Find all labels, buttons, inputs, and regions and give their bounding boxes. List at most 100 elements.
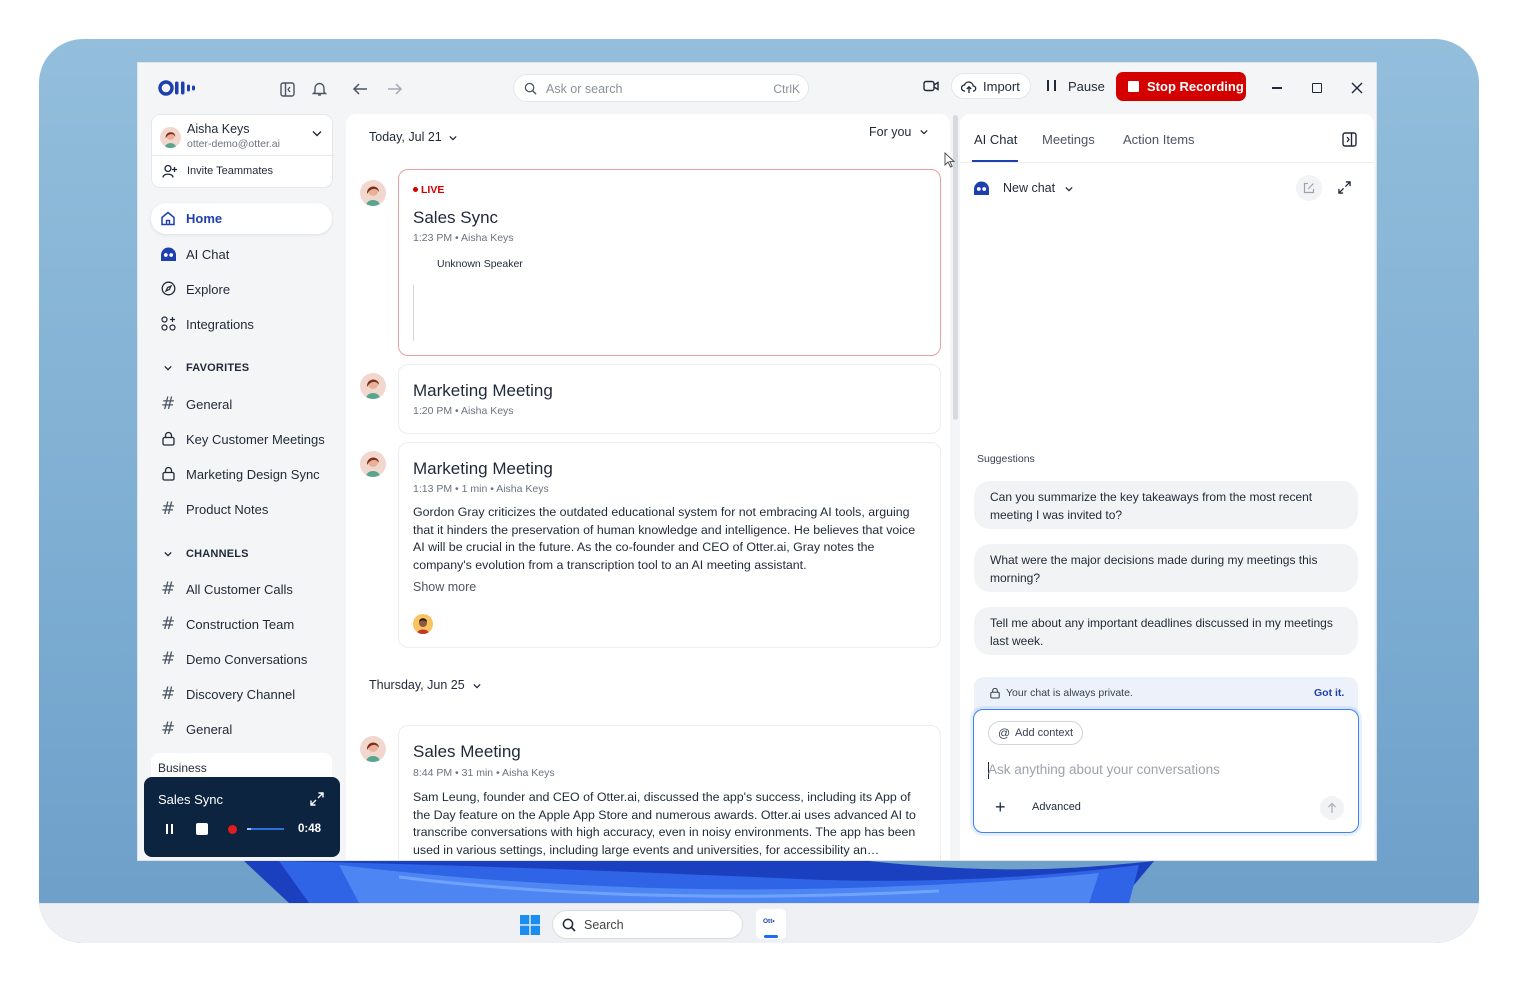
- sidebar-item-integrations[interactable]: Integrations: [151, 313, 332, 339]
- taskbar-otter-app[interactable]: Ott•: [756, 909, 786, 939]
- channel-item[interactable]: # Demo Conversations: [151, 648, 332, 674]
- favorite-item-general[interactable]: # General: [151, 393, 332, 419]
- lock-icon: [162, 466, 175, 481]
- sidebar-toggle-icon[interactable]: [278, 80, 296, 98]
- import-button[interactable]: Import: [951, 73, 1031, 99]
- chevron-down-icon: [1065, 186, 1073, 192]
- back-arrow-icon[interactable]: [351, 80, 369, 98]
- tab-ai-chat[interactable]: AI Chat: [974, 132, 1017, 147]
- maximize-icon[interactable]: [1309, 80, 1325, 96]
- advanced-button[interactable]: Advanced: [1032, 801, 1081, 813]
- suggestion-chip[interactable]: Can you summarize the key takeaways from…: [974, 481, 1358, 529]
- favorite-label: General: [186, 397, 233, 412]
- pause-icon: [1047, 80, 1056, 91]
- arrow-up-icon: [1328, 802, 1336, 813]
- date-selector-jun25[interactable]: Thursday, Jun 25: [369, 677, 489, 695]
- hash-icon: #: [161, 719, 176, 739]
- mini-pause-icon[interactable]: [166, 824, 173, 834]
- favorite-item-marketing-design-sync[interactable]: Marketing Design Sync: [151, 463, 332, 489]
- sidebar-item-explore[interactable]: Explore: [151, 278, 332, 304]
- otter-logo[interactable]: [158, 79, 203, 97]
- otter-chat-icon: [161, 247, 176, 261]
- search-placeholder: Ask or search: [546, 82, 623, 96]
- home-icon: [161, 211, 175, 226]
- favorite-label: Marketing Design Sync: [186, 467, 320, 482]
- home-label: Home: [186, 211, 223, 226]
- favorite-item-key-customer-meetings[interactable]: Key Customer Meetings: [151, 428, 332, 454]
- sidebar-item-ai-chat[interactable]: AI Chat: [151, 243, 332, 269]
- meeting-card[interactable]: Marketing Meeting 1:20 PM • Aisha Keys: [398, 364, 941, 434]
- got-it-link[interactable]: Got it.: [1314, 687, 1344, 699]
- pause-button[interactable]: Pause: [1042, 76, 1105, 98]
- new-chat-dropdown[interactable]: New chat: [1003, 180, 1093, 198]
- stop-recording-label: Stop Recording: [1147, 79, 1244, 94]
- meeting-card-live[interactable]: LIVE Sales Sync 1:23 PM • Aisha Keys Unk…: [398, 169, 941, 356]
- expand-icon[interactable]: [310, 792, 324, 806]
- channel-item[interactable]: # General: [151, 718, 332, 744]
- windows-start-icon[interactable]: [520, 915, 540, 935]
- video-camera-icon[interactable]: [922, 77, 940, 95]
- suggestion-chip[interactable]: What were the major decisions made durin…: [974, 544, 1358, 592]
- invite-teammates-label: Invite Teammates: [187, 165, 274, 177]
- taskbar-search[interactable]: Search: [552, 910, 743, 939]
- tab-action-items[interactable]: Action Items: [1123, 132, 1195, 147]
- minimize-icon[interactable]: [1269, 80, 1285, 96]
- chevron-down-icon[interactable]: [312, 130, 322, 137]
- favorite-item-product-notes[interactable]: # Product Notes: [151, 498, 332, 524]
- date-label: Today, Jul 21: [369, 130, 442, 144]
- show-more-link[interactable]: Show more: [413, 580, 476, 594]
- meeting-meta: 1:13 PM • 1 min • Aisha Keys: [413, 483, 549, 495]
- speaker-avatar: [360, 736, 386, 762]
- suggestion-chip[interactable]: Tell me about any important deadlines di…: [974, 607, 1358, 655]
- stop-recording-button[interactable]: Stop Recording: [1116, 72, 1246, 101]
- bell-icon[interactable]: [310, 80, 328, 98]
- hash-icon: #: [161, 614, 176, 634]
- lock-icon: [162, 431, 175, 446]
- mini-progress-track[interactable]: [247, 828, 284, 830]
- recording-dot-icon: [228, 825, 237, 834]
- sidebar-item-home[interactable]: Home: [151, 203, 332, 234]
- plus-icon[interactable]: +: [995, 798, 1006, 816]
- mini-stop-icon[interactable]: [196, 823, 208, 835]
- tabs-divider: [960, 162, 1374, 163]
- channels-header[interactable]: CHANNELS: [160, 547, 330, 563]
- meeting-card[interactable]: Sales Meeting 8:44 PM • 31 min • Aisha K…: [398, 725, 941, 860]
- panel-collapse-icon[interactable]: [1342, 132, 1357, 147]
- feed-filter-dropdown[interactable]: For you: [869, 124, 933, 142]
- meeting-title: Sales Meeting: [413, 742, 521, 761]
- channel-item[interactable]: # Discovery Channel: [151, 683, 332, 709]
- send-button[interactable]: [1320, 796, 1344, 820]
- mini-player-title: Sales Sync: [158, 792, 224, 807]
- close-icon[interactable]: [1349, 80, 1365, 96]
- forward-arrow-icon[interactable]: [386, 80, 404, 98]
- lock-icon: [990, 687, 1000, 699]
- favorites-header[interactable]: FAVORITES: [160, 361, 330, 377]
- compose-button[interactable]: [1296, 175, 1322, 201]
- channel-item[interactable]: # All Customer Calls: [151, 578, 332, 604]
- hash-icon: #: [161, 394, 176, 414]
- search-shortcut: CtrlK: [773, 82, 800, 96]
- mini-player[interactable]: Sales Sync 0:48: [144, 777, 340, 857]
- speaker-avatar: [360, 373, 386, 399]
- otter-window: Ask or search CtrlK Import Pause Stop Re…: [137, 62, 1377, 861]
- meeting-meta: 1:20 PM • Aisha Keys: [413, 405, 514, 417]
- mini-progress-fill: [247, 828, 251, 830]
- privacy-note: Your chat is always private.: [1006, 687, 1133, 699]
- favorite-label: Product Notes: [186, 502, 269, 517]
- channel-item[interactable]: # Construction Team: [151, 613, 332, 639]
- workspace-label: Business: [158, 761, 207, 775]
- favorites-title: FAVORITES: [186, 362, 250, 374]
- add-user-icon: [162, 164, 177, 178]
- date-selector-today[interactable]: Today, Jul 21: [369, 129, 479, 147]
- chat-input[interactable]: Ask anything about your conversations: [988, 762, 1220, 777]
- global-search[interactable]: Ask or search CtrlK: [513, 74, 809, 102]
- user-avatar[interactable]: [160, 127, 181, 148]
- meeting-card[interactable]: Marketing Meeting 1:13 PM • 1 min • Aish…: [398, 442, 941, 648]
- invite-teammates-button[interactable]: Invite Teammates: [152, 156, 334, 188]
- pause-label: Pause: [1068, 79, 1105, 94]
- expand-icon[interactable]: [1338, 181, 1351, 194]
- tab-meetings[interactable]: Meetings: [1042, 132, 1095, 147]
- explore-label: Explore: [186, 282, 231, 297]
- meeting-title: Marketing Meeting: [413, 381, 553, 400]
- add-context-button[interactable]: @ Add context: [988, 721, 1083, 745]
